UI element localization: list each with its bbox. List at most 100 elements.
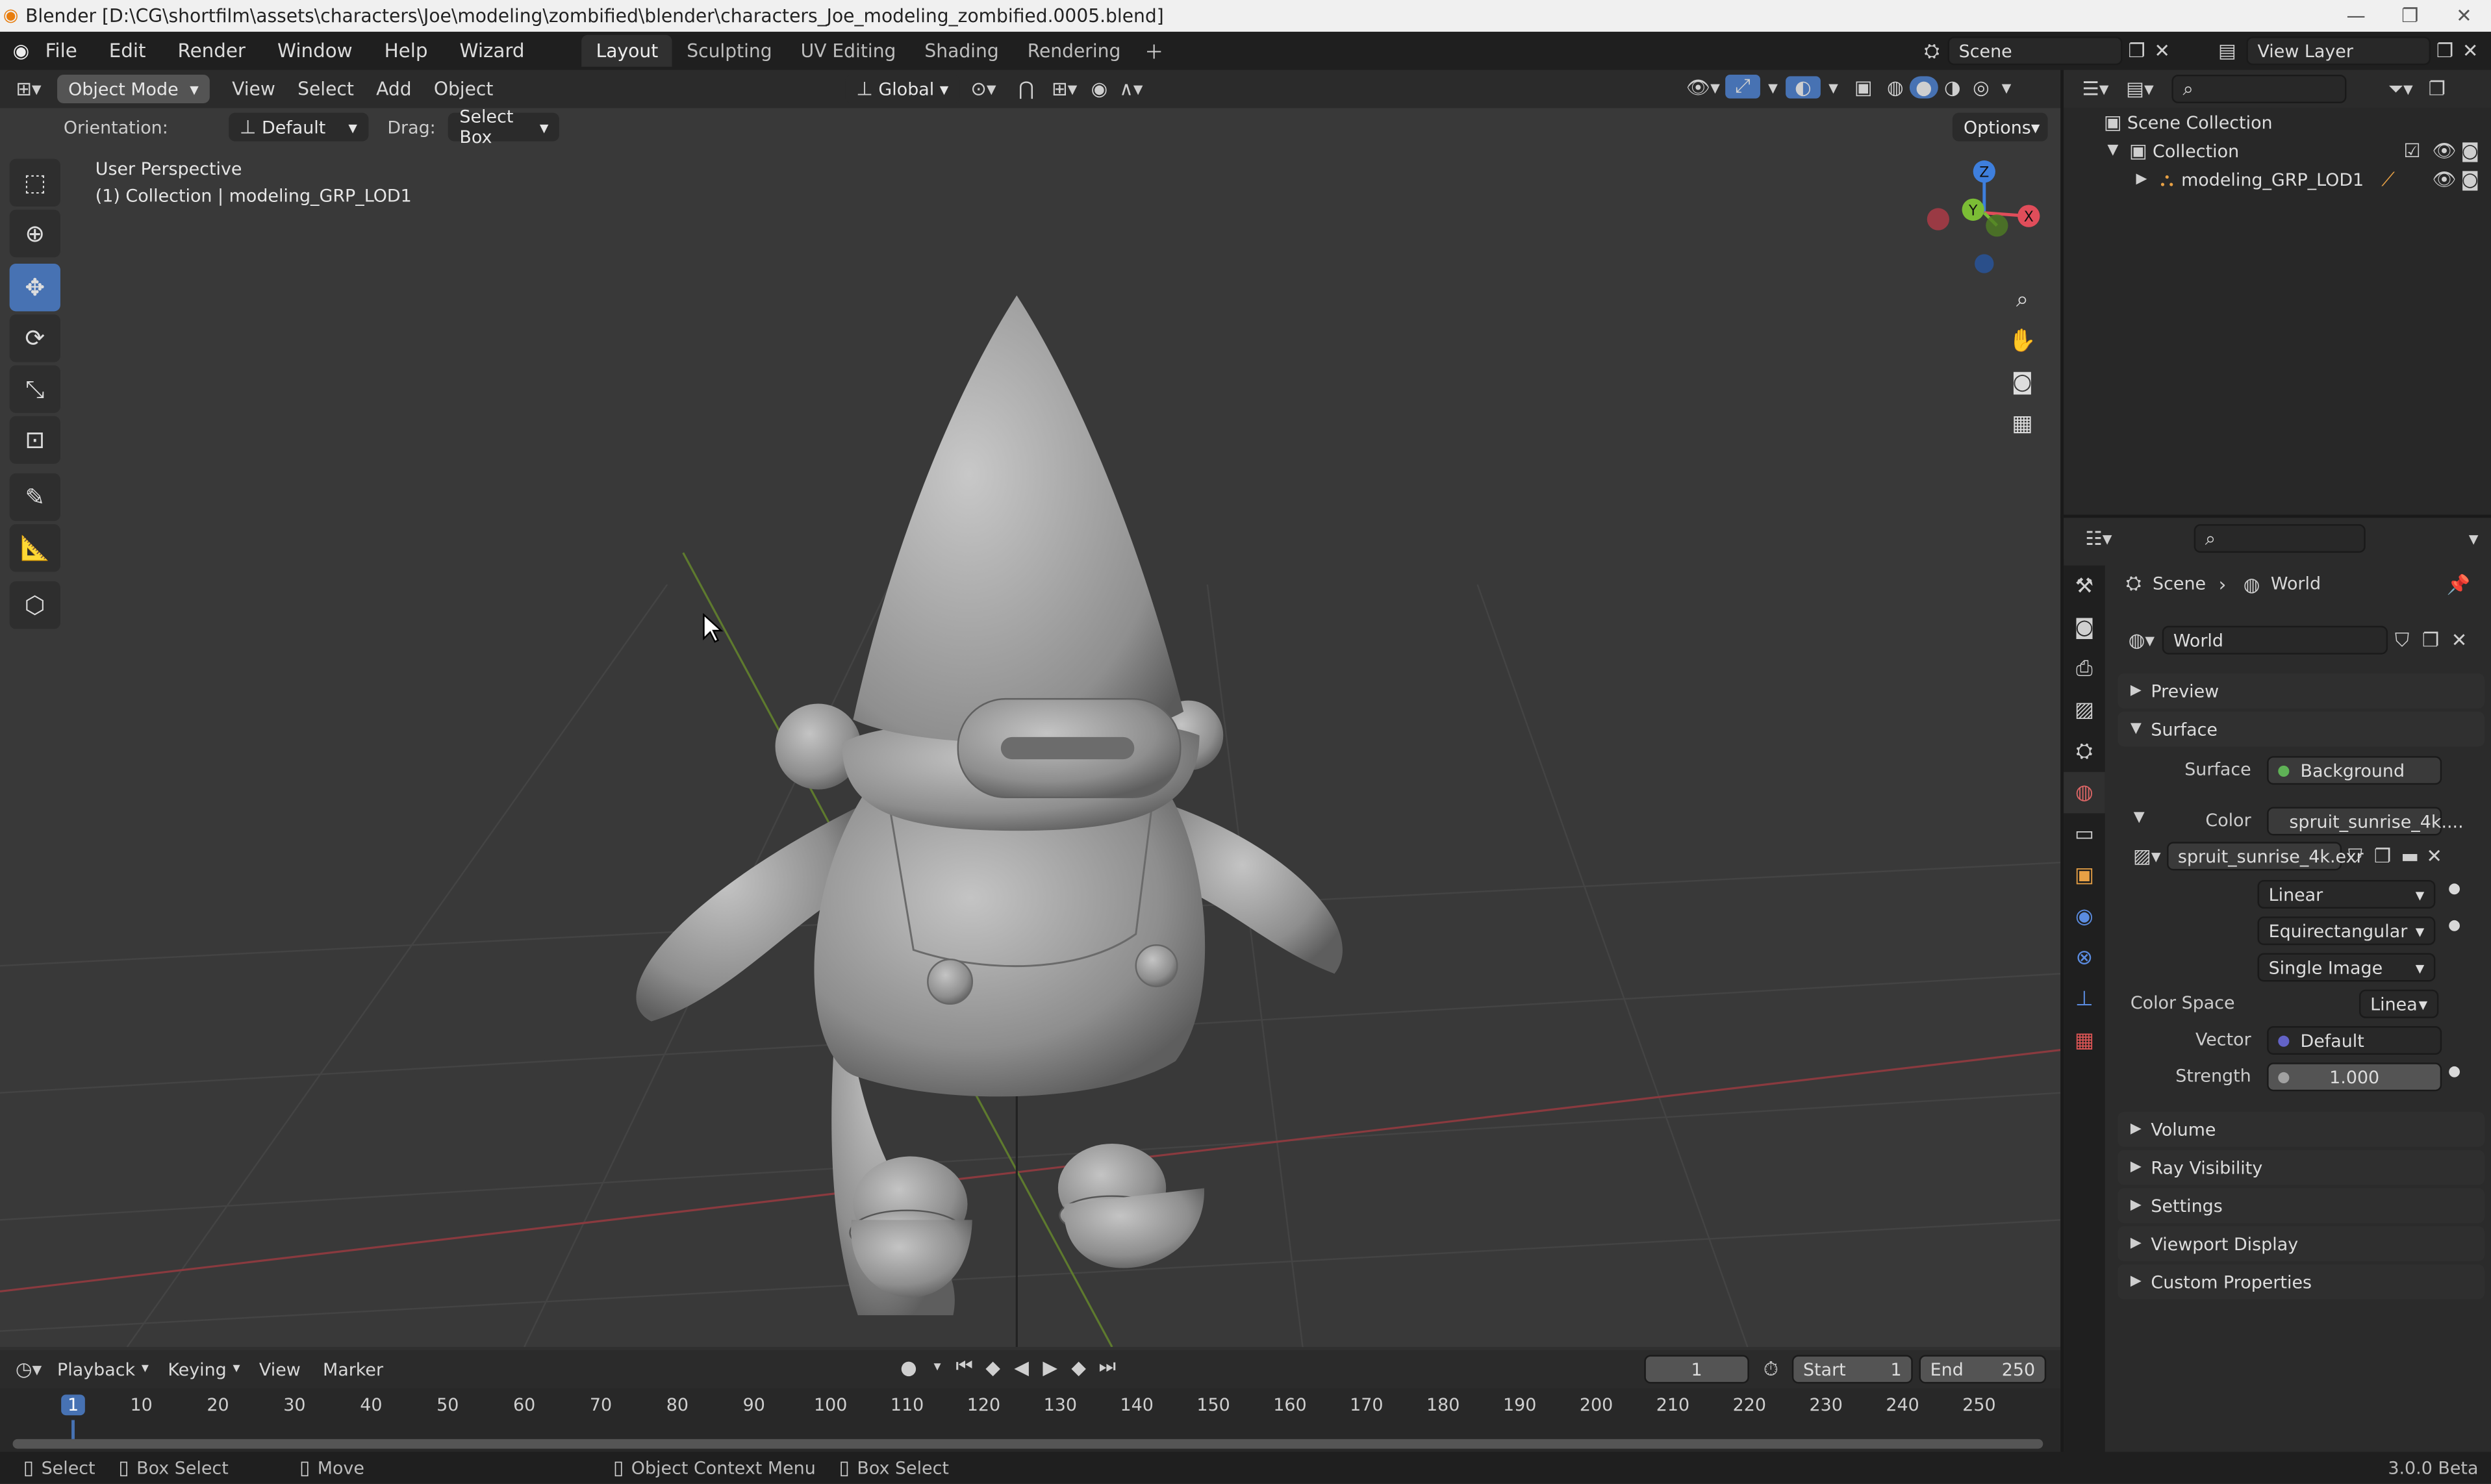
image-name-field[interactable]: spruit_sunrise_4k.exr bbox=[2166, 842, 2364, 871]
render-tab-icon[interactable]: ◙ bbox=[2064, 607, 2105, 648]
current-frame-field[interactable]: 1 bbox=[1644, 1355, 1749, 1384]
menu-window[interactable]: Window bbox=[277, 40, 353, 62]
menu-render[interactable]: Render bbox=[178, 40, 246, 62]
panel-viewport-display[interactable]: ▶ Viewport Display bbox=[2118, 1226, 2485, 1261]
outliner-editor-type-icon[interactable]: ☰▾ bbox=[2073, 78, 2118, 100]
tab-rendering[interactable]: Rendering bbox=[1013, 35, 1135, 67]
image-browse-icon[interactable]: ▨▾ bbox=[2127, 845, 2167, 867]
frame-ruler[interactable]: 1 10 20 30 40 50 60 70 80 90 100 110 120 130 140 150 160… bbox=[0, 1389, 2060, 1439]
add-workspace-icon[interactable]: ＋ bbox=[1144, 37, 1163, 64]
world-browse-icon[interactable]: ◍▾ bbox=[2121, 629, 2162, 651]
jump-end-icon[interactable]: ⏭ bbox=[1093, 1355, 1122, 1379]
tab-shading[interactable]: Shading bbox=[910, 35, 1013, 67]
menu-playback[interactable]: Playback bbox=[57, 1359, 135, 1379]
gizmo-dropdown-icon[interactable]: ▾ bbox=[1760, 75, 1786, 97]
navigation-gizmo[interactable]: Z Y X bbox=[1914, 156, 2057, 275]
preview-range-clock-icon[interactable]: ⏱ bbox=[1764, 1358, 1778, 1382]
remove-scene-icon[interactable]: ✕ bbox=[2151, 40, 2173, 62]
menu-select[interactable]: Select bbox=[297, 78, 354, 100]
measure-tool-icon[interactable]: 📐 bbox=[9, 524, 60, 572]
pin-icon[interactable]: 📌 bbox=[2447, 573, 2471, 595]
overlay-dropdown-icon[interactable]: ▾ bbox=[1821, 75, 1846, 97]
snap-target-icon[interactable]: ⊞▾ bbox=[1045, 78, 1083, 100]
panel-preview[interactable]: ▶ Preview bbox=[2118, 673, 2485, 709]
interpolation-dropdown[interactable]: Linear ▾ bbox=[2257, 879, 2436, 909]
play-reverse-icon[interactable]: ◀ bbox=[1007, 1355, 1036, 1377]
tool-tab-icon[interactable]: ⚒ bbox=[2064, 566, 2105, 607]
properties-options-icon[interactable]: ▾ bbox=[2469, 527, 2479, 549]
image-source-dropdown[interactable]: Single Image ▾ bbox=[2257, 953, 2436, 982]
3d-viewport[interactable]: User Perspective (1) Collection | modeli… bbox=[0, 108, 2061, 1348]
new-collection-icon[interactable]: ❐ bbox=[2423, 78, 2451, 100]
close-window-button[interactable]: ✕ bbox=[2437, 0, 2491, 32]
next-keyframe-icon[interactable]: ◆ bbox=[1065, 1355, 1093, 1377]
unlink-world-icon[interactable]: ✕ bbox=[2445, 629, 2473, 651]
move-tool-icon[interactable]: ✥ bbox=[9, 264, 60, 312]
jump-start-icon[interactable]: ⏮ bbox=[950, 1355, 979, 1379]
strength-slider[interactable]: 1.000 bbox=[2267, 1063, 2442, 1092]
tab-sculpting[interactable]: Sculpting bbox=[672, 35, 786, 67]
menu-marker[interactable]: Marker bbox=[323, 1359, 383, 1379]
timeline-scrollbar[interactable] bbox=[12, 1439, 2043, 1449]
prev-keyframe-icon[interactable]: ◆ bbox=[979, 1355, 1007, 1377]
playhead-line[interactable] bbox=[71, 1420, 75, 1439]
timeline-area[interactable]: 1 10 20 30 40 50 60 70 80 90 100 110 120 130 140 150 160… bbox=[0, 1388, 2061, 1452]
color-input-field[interactable]: spruit_sunrise_4k.... bbox=[2267, 807, 2464, 836]
outliner-row-collection[interactable]: ▼ ▣ Collection ☑ 👁 ◙ bbox=[2064, 136, 2491, 165]
record-dropdown-icon[interactable]: ▾ bbox=[924, 1359, 950, 1374]
maximize-button[interactable]: ❐ bbox=[2383, 0, 2437, 32]
timeline-editor-type-icon[interactable]: ◷▾ bbox=[0, 1358, 57, 1380]
expand-collection-icon[interactable]: ▼ bbox=[2102, 143, 2124, 158]
mode-dropdown[interactable]: Object Mode ▾ bbox=[57, 74, 210, 103]
options-dropdown[interactable]: Options ▾ bbox=[1952, 112, 2048, 142]
expand-object-icon[interactable]: ▶ bbox=[2131, 171, 2153, 187]
editor-type-icon[interactable]: ⊞▾ bbox=[0, 78, 57, 100]
world-name-field[interactable]: World bbox=[2162, 625, 2388, 655]
drag-dropdown[interactable]: Select Box ▾ bbox=[448, 107, 560, 147]
interpolation-keyframe-dot-icon[interactable]: ● bbox=[2448, 881, 2460, 897]
collection-visibility-icon[interactable]: 👁 bbox=[2433, 140, 2457, 162]
remove-view-layer-icon[interactable]: ✕ bbox=[2459, 40, 2481, 62]
camera-view-icon[interactable]: ◙ bbox=[2002, 362, 2043, 404]
shading-rendered-icon[interactable]: ◎ bbox=[1967, 75, 1995, 97]
panel-ray-visibility[interactable]: ▶ Ray Visibility bbox=[2118, 1150, 2485, 1185]
record-icon[interactable]: ● bbox=[893, 1355, 925, 1377]
object-data-icon[interactable]: ⟋ bbox=[2381, 168, 2395, 192]
add-cube-tool-icon[interactable]: ⬡ bbox=[9, 581, 60, 629]
collection-checkbox-icon[interactable]: ☑ bbox=[2403, 140, 2420, 162]
tab-uv-editing[interactable]: UV Editing bbox=[787, 35, 911, 67]
transform-orientation-dropdown[interactable]: ⊥ Global ▾ bbox=[845, 74, 960, 103]
menu-wizard[interactable]: Wizard bbox=[459, 40, 524, 62]
new-scene-icon[interactable]: ❐ bbox=[2123, 40, 2151, 62]
panel-settings[interactable]: ▶ Settings bbox=[2118, 1188, 2485, 1224]
falloff-icon[interactable]: ∧▾ bbox=[1115, 78, 1147, 100]
menu-help[interactable]: Help bbox=[385, 40, 428, 62]
object-visibility-icon[interactable]: 👁 bbox=[2433, 168, 2457, 190]
image-duplicate-icon[interactable]: ❐ bbox=[2369, 845, 2396, 867]
rotate-tool-icon[interactable]: ⟳ bbox=[9, 314, 60, 362]
end-frame-field[interactable]: End 250 bbox=[1919, 1355, 2047, 1384]
ortho-grid-icon[interactable]: ▦ bbox=[2002, 403, 2043, 445]
gizmo-toggle-icon[interactable]: ⤢ bbox=[1725, 74, 1760, 99]
menu-file[interactable]: File bbox=[45, 40, 77, 62]
properties-editor-type-icon[interactable]: ☷▾ bbox=[2077, 527, 2121, 549]
strength-keyframe-dot-icon[interactable]: ● bbox=[2448, 1064, 2460, 1080]
blender-menu-icon[interactable]: ◉ bbox=[13, 40, 30, 62]
collection-render-icon[interactable]: ◙ bbox=[2461, 140, 2480, 162]
shading-solid-icon[interactable]: ● bbox=[1909, 75, 1938, 98]
zoom-icon[interactable]: ⌕ bbox=[2002, 279, 2043, 321]
outliner-row-object[interactable]: ▶ ⛬ modeling_GRP_LOD1 ⟋ 👁 ◙ bbox=[2064, 165, 2491, 194]
breadcrumb-scene[interactable]: Scene bbox=[2153, 573, 2206, 594]
color-space-dropdown[interactable]: Linea ▾ bbox=[2359, 989, 2439, 1018]
shading-wireframe-icon[interactable]: ◍ bbox=[1881, 75, 1910, 97]
view-layer-field[interactable]: View Layer bbox=[2246, 36, 2431, 66]
menu-view[interactable]: View bbox=[232, 78, 275, 100]
outliner-row-scene-collection[interactable]: ▣ Scene Collection bbox=[2064, 108, 2491, 136]
breadcrumb-world[interactable]: World bbox=[2271, 573, 2321, 594]
panel-surface[interactable]: ▼ Surface bbox=[2118, 711, 2485, 747]
object-render-icon[interactable]: ◙ bbox=[2461, 168, 2480, 190]
minimize-button[interactable]: — bbox=[2329, 0, 2383, 32]
shading-dropdown-icon[interactable]: ▾ bbox=[1995, 75, 2017, 97]
select-box-tool-icon[interactable]: ⬚ bbox=[9, 158, 60, 207]
properties-search-input[interactable]: ⌕ bbox=[2194, 524, 2366, 553]
